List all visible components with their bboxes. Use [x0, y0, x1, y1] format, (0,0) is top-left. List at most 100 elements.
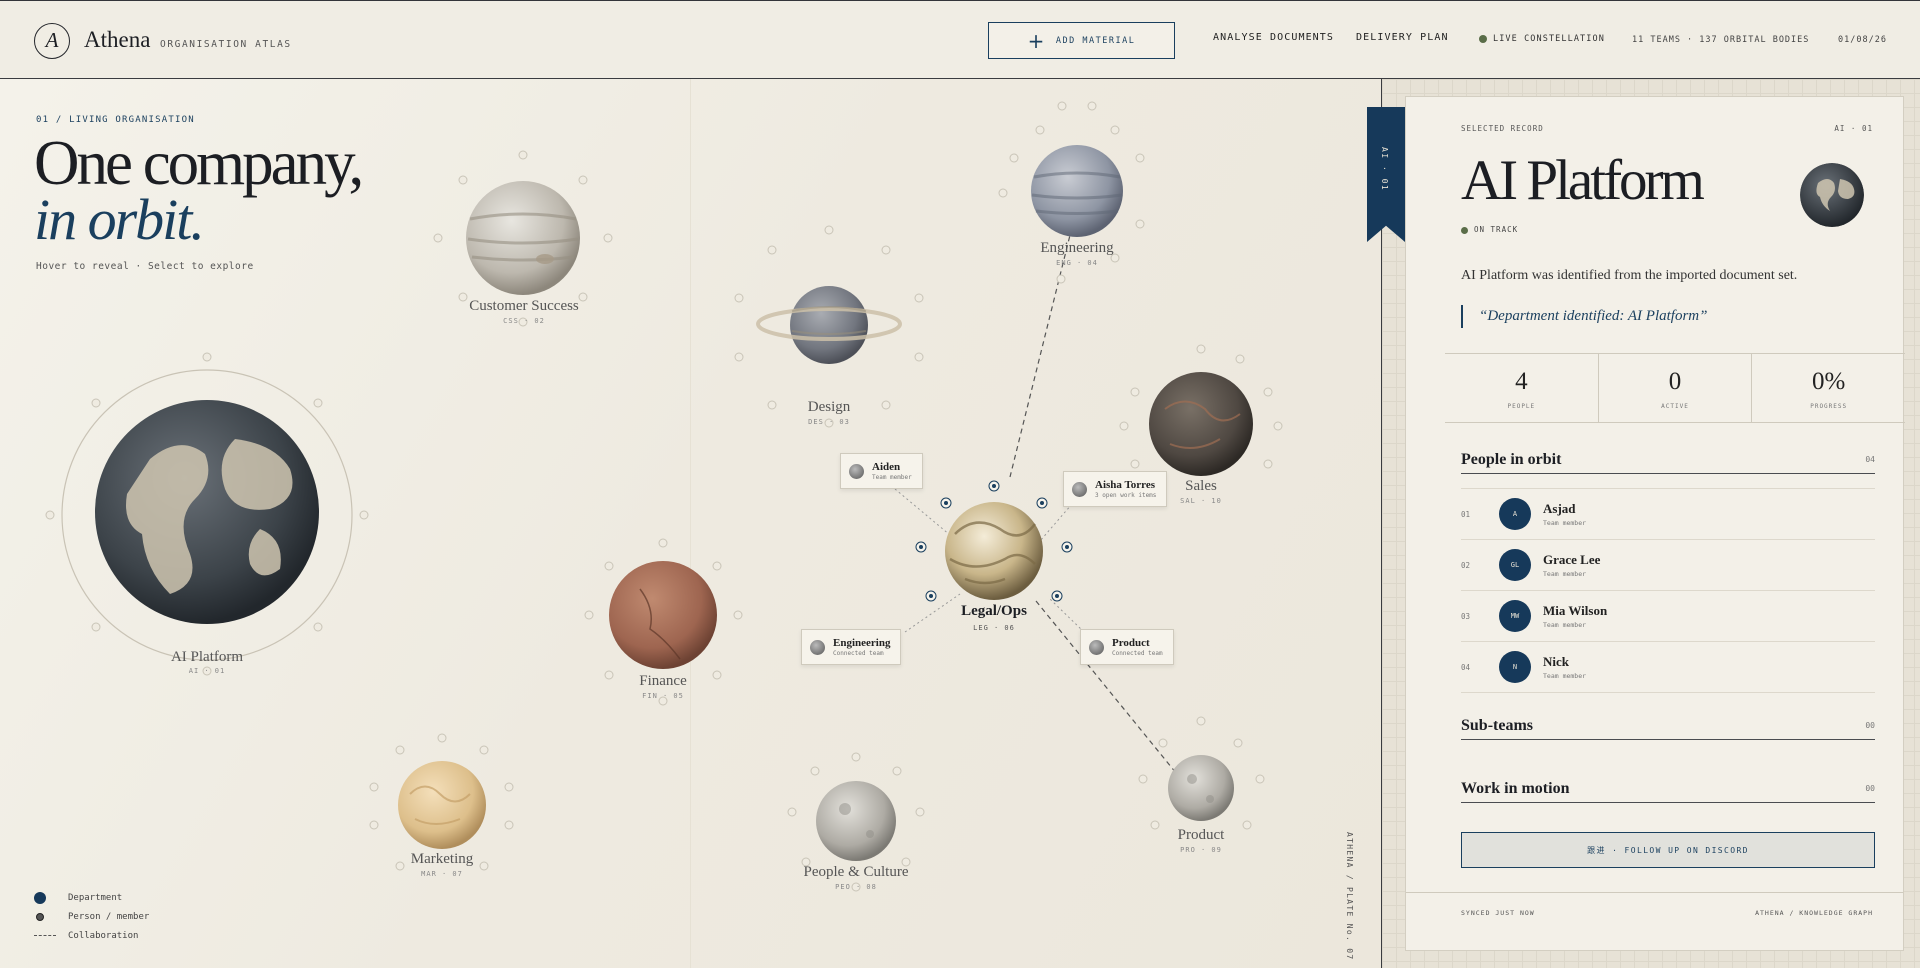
section-count: 00 — [1865, 784, 1875, 793]
planet-finance[interactable] — [609, 561, 717, 669]
current-date: 01/08/26 — [1838, 35, 1887, 45]
plate-number: ATHENA / PLATE No. 07 — [1345, 832, 1354, 961]
avatar: N — [1499, 651, 1531, 683]
list-item[interactable]: 01 A Asjad Team member — [1461, 489, 1875, 540]
person-role: Team member — [1543, 672, 1587, 680]
metric-active: 0 ACTIVE — [1599, 354, 1753, 422]
planet-code: LEG · 06 — [973, 624, 1015, 632]
member-avatar-icon — [1072, 481, 1087, 497]
add-material-button[interactable]: + ADD MATERIAL — [988, 22, 1175, 59]
planet-people-culture[interactable] — [816, 781, 896, 861]
avatar: MW — [1499, 600, 1531, 632]
person-index: 02 — [1461, 560, 1471, 570]
planet-code: FIN · 05 — [642, 692, 684, 700]
subteams-section-header[interactable]: Sub-teams 00 — [1461, 712, 1875, 740]
planet-code: AI · 01 — [188, 667, 226, 675]
record-bookmark[interactable]: AI · 01 — [1367, 107, 1405, 242]
metric-label: ACTIVE — [1661, 403, 1689, 410]
metric-value: 0% — [1812, 368, 1846, 395]
tooltip-sub: Connected team — [1112, 650, 1163, 657]
planet-label[interactable]: Marketing — [352, 851, 532, 868]
person-name: Grace Lee — [1543, 552, 1601, 567]
legend-label: Person / member — [68, 911, 150, 922]
person-index: 01 — [1461, 509, 1471, 519]
top-bar: A Athena ORGANISATION ATLAS + ADD MATERI… — [0, 0, 1920, 79]
bookmark-code: AI · 01 — [1380, 147, 1389, 192]
hero-title: One company, — [34, 128, 364, 198]
constellation-canvas[interactable]: 01 / LIVING ORGANISATION One company, in… — [0, 79, 1381, 968]
legend-label: Collaboration — [68, 930, 139, 941]
metric-progress: 0% PROGRESS — [1752, 354, 1905, 422]
planet-label[interactable]: Legal/Ops — [904, 603, 1084, 620]
planet-ai-platform[interactable] — [95, 400, 319, 624]
list-item[interactable]: 03 MW Mia Wilson Team member — [1461, 591, 1875, 642]
record-description: AI Platform was identified from the impo… — [1461, 268, 1798, 283]
panel-footer — [1406, 892, 1903, 893]
section-count: 00 — [1865, 721, 1875, 730]
record-panel: SELECTED RECORD AI · 01 AI Platform ON T… — [1405, 96, 1905, 951]
section-tag: 01 / LIVING ORGANISATION — [36, 115, 195, 125]
planet-label[interactable]: Engineering — [987, 240, 1167, 257]
person-role: Team member — [1543, 570, 1587, 578]
avatar: GL — [1499, 549, 1531, 581]
team-tooltip[interactable]: Engineering Connected team — [801, 629, 902, 665]
team-planet-icon — [810, 639, 825, 655]
collaboration-swatch-icon — [34, 935, 56, 936]
section-title: People in orbit — [1461, 450, 1562, 468]
planet-legal-ops[interactable] — [945, 502, 1043, 600]
people-list: 01 A Asjad Team member 02 GL Grace Lee Team me… — [1461, 488, 1875, 693]
footer-brand: ATHENA / KNOWLEDGE GRAPH — [1755, 909, 1873, 917]
planet-label[interactable]: People & Culture — [766, 864, 946, 881]
record-title: AI Platform — [1461, 149, 1705, 212]
planet-code: CSS · 02 — [503, 317, 545, 325]
discord-followup-button[interactable]: 跟进 · FOLLOW UP ON DISCORD — [1461, 832, 1875, 868]
section-title: Sub-teams — [1461, 716, 1534, 734]
planet-label[interactable]: Product — [1111, 827, 1291, 844]
list-item[interactable]: 04 N Nick Team member — [1461, 642, 1875, 693]
member-tooltip[interactable]: Aisha Torres 3 open work items — [1063, 471, 1168, 507]
member-tooltip[interactable]: Aiden Team member — [840, 453, 923, 489]
record-metrics: 4 PEOPLE 0 ACTIVE 0% PROGRESS — [1445, 353, 1905, 423]
tooltip-sub: Team member — [872, 474, 912, 481]
person-role: Team member — [1543, 519, 1587, 527]
team-planet-icon — [1089, 639, 1104, 655]
planet-marketing[interactable] — [398, 761, 486, 849]
planet-design[interactable] — [756, 286, 902, 364]
planet-label[interactable]: AI Platform — [117, 649, 297, 666]
legend-label: Department — [68, 892, 123, 903]
person-name: Nick — [1543, 654, 1569, 669]
planet-label[interactable]: Finance — [573, 673, 753, 690]
people-section-header[interactable]: People in orbit 04 — [1461, 446, 1875, 474]
nav-delivery-plan[interactable]: DELIVERY PLAN — [1356, 32, 1449, 43]
plus-icon: + — [1027, 28, 1046, 53]
tooltip-leader — [894, 488, 951, 536]
record-status: ON TRACK — [1461, 225, 1518, 234]
record-planet-icon — [1800, 163, 1864, 227]
planet-customer-success[interactable] — [466, 181, 580, 295]
nav-analyse-documents[interactable]: ANALYSE DOCUMENTS — [1213, 32, 1334, 43]
planet-code: MAR · 07 — [421, 870, 463, 878]
tooltip-leader — [1039, 503, 1073, 542]
planet-label[interactable]: Customer Success — [434, 298, 614, 315]
work-section-header[interactable]: Work in motion 00 — [1461, 775, 1875, 803]
planet-label[interactable]: Design — [739, 399, 919, 416]
planet-code: PRO · 09 — [1180, 846, 1222, 854]
planet-sales[interactable] — [1149, 372, 1253, 476]
person-index: 04 — [1461, 662, 1471, 672]
live-status: LIVE CONSTELLATION — [1479, 34, 1605, 44]
metric-label: PROGRESS — [1810, 403, 1848, 410]
planet-product[interactable] — [1168, 755, 1234, 821]
list-item[interactable]: 02 GL Grace Lee Team member — [1461, 540, 1875, 591]
tooltip-sub: Connected team — [833, 650, 884, 657]
planet-engineering[interactable] — [1031, 145, 1123, 237]
department-swatch-icon — [34, 891, 46, 904]
status-label: ON TRACK — [1474, 225, 1519, 234]
record-code: AI · 01 — [1834, 124, 1873, 133]
tooltip-name: Aisha Torres — [1095, 479, 1156, 491]
hero-title-italic: in orbit. — [34, 187, 205, 252]
interaction-hint: Hover to reveal · Select to explore — [36, 261, 254, 272]
metric-label: PEOPLE — [1507, 403, 1536, 410]
person-role: Team member — [1543, 621, 1587, 629]
team-tooltip[interactable]: Product Connected team — [1080, 629, 1174, 665]
sync-status: SYNCED JUST NOW — [1461, 909, 1535, 917]
